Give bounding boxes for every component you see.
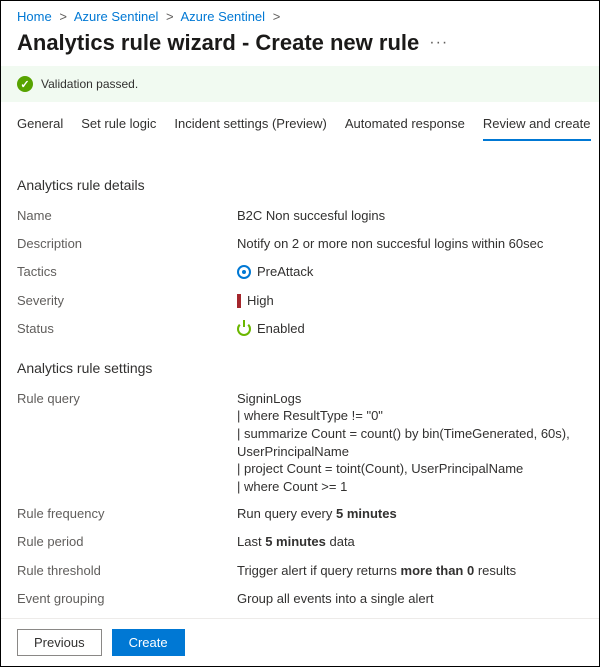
value-description: Notify on 2 or more non succesful logins… [237, 235, 583, 253]
chevron-right-icon: > [166, 9, 174, 24]
period-bold: 5 minutes [265, 534, 326, 549]
severity-text: High [247, 292, 274, 310]
section-title-details: Analytics rule details [17, 177, 583, 193]
validation-banner: ✓ Validation passed. [1, 66, 599, 102]
more-icon[interactable]: ··· [429, 34, 448, 52]
threshold-suffix: results [474, 563, 516, 578]
label-rule-threshold: Rule threshold [17, 562, 237, 580]
tab-set-rule-logic[interactable]: Set rule logic [81, 110, 156, 141]
section-title-settings: Analytics rule settings [17, 360, 583, 376]
threshold-bold: more than 0 [401, 563, 475, 578]
page-title: Analytics rule wizard - Create new rule [17, 30, 419, 56]
tab-incident-settings[interactable]: Incident settings (Preview) [174, 110, 326, 141]
breadcrumb-sentinel-1[interactable]: Azure Sentinel [74, 9, 159, 24]
severity-high-icon [237, 294, 241, 308]
label-rule-frequency: Rule frequency [17, 505, 237, 523]
target-icon [237, 265, 251, 279]
period-suffix: data [326, 534, 355, 549]
label-severity: Severity [17, 292, 237, 310]
value-rule-frequency: Run query every 5 minutes [237, 505, 583, 523]
breadcrumb-sentinel-2[interactable]: Azure Sentinel [181, 9, 266, 24]
freq-prefix: Run query every [237, 506, 336, 521]
label-rule-query: Rule query [17, 390, 237, 495]
tab-automated-response[interactable]: Automated response [345, 110, 465, 141]
chevron-right-icon: > [273, 9, 281, 24]
power-icon [237, 322, 251, 336]
value-status: Enabled [237, 320, 583, 338]
threshold-prefix: Trigger alert if query returns [237, 563, 401, 578]
label-description: Description [17, 235, 237, 253]
value-severity: High [237, 292, 583, 310]
value-event-grouping: Group all events into a single alert [237, 590, 583, 608]
validation-text: Validation passed. [41, 77, 138, 91]
tactics-text: PreAttack [257, 263, 313, 281]
period-prefix: Last [237, 534, 265, 549]
label-tactics: Tactics [17, 263, 237, 281]
chevron-right-icon: > [59, 9, 67, 24]
breadcrumb: Home > Azure Sentinel > Azure Sentinel > [1, 1, 599, 28]
value-tactics: PreAttack [237, 263, 583, 281]
label-status: Status [17, 320, 237, 338]
value-rule-query: SigninLogs | where ResultType != "0" | s… [237, 390, 583, 495]
label-event-grouping: Event grouping [17, 590, 237, 608]
check-circle-icon: ✓ [17, 76, 33, 92]
label-name: Name [17, 207, 237, 225]
create-button[interactable]: Create [112, 629, 185, 656]
breadcrumb-home[interactable]: Home [17, 9, 52, 24]
previous-button[interactable]: Previous [17, 629, 102, 656]
status-text: Enabled [257, 320, 305, 338]
content-area: Analytics rule details Name B2C Non succ… [1, 141, 599, 656]
tab-general[interactable]: General [17, 110, 63, 141]
value-rule-threshold: Trigger alert if query returns more than… [237, 562, 583, 580]
footer-actions: Previous Create [1, 618, 599, 666]
value-name: B2C Non succesful logins [237, 207, 583, 225]
label-rule-period: Rule period [17, 533, 237, 551]
value-rule-period: Last 5 minutes data [237, 533, 583, 551]
tab-bar: General Set rule logic Incident settings… [1, 102, 599, 141]
freq-bold: 5 minutes [336, 506, 397, 521]
tab-review-and-create[interactable]: Review and create [483, 110, 591, 141]
